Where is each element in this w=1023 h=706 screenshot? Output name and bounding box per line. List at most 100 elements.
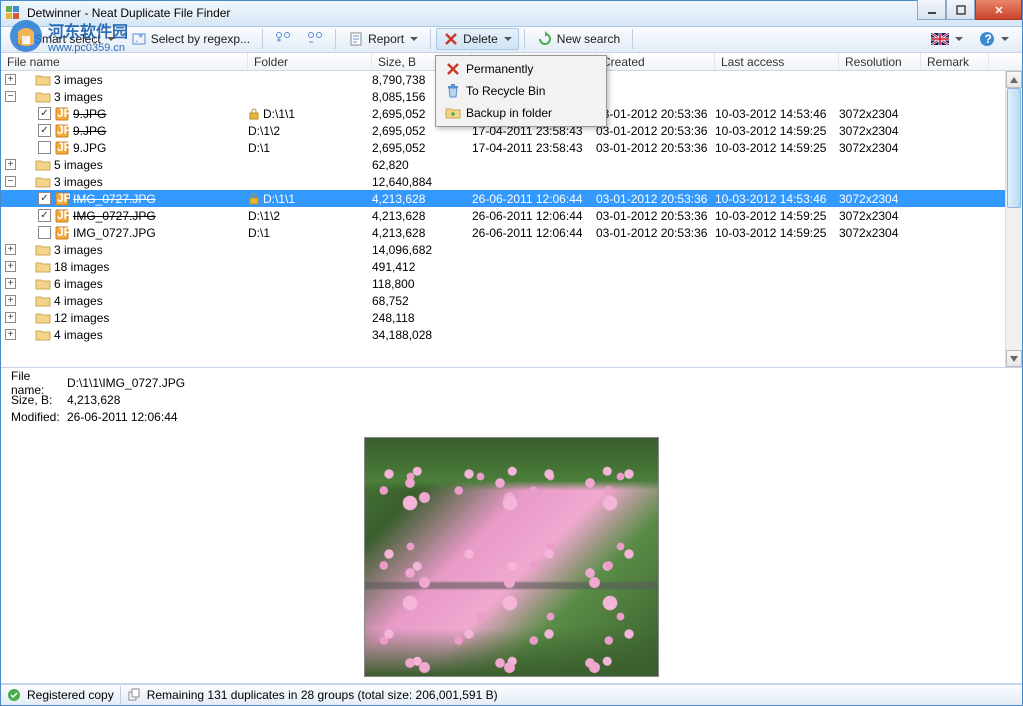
- report-icon: [348, 31, 364, 47]
- regexp-icon: .*: [131, 31, 147, 47]
- select-regexp-button[interactable]: .* Select by regexp...: [124, 28, 257, 50]
- column-header-cell[interactable]: Remark: [921, 53, 989, 71]
- delete-permanently-item[interactable]: Permanently: [438, 58, 604, 80]
- expander-icon[interactable]: [5, 91, 16, 102]
- file-size: 4,213,628: [372, 207, 472, 224]
- file-access: [715, 275, 839, 292]
- delete-button[interactable]: Delete: [436, 28, 519, 50]
- file-access: 10-03-2012 14:53:46: [715, 190, 839, 207]
- file-modified: 26-06-2011 12:06:44: [472, 207, 596, 224]
- file-access: 10-03-2012 14:59:25: [715, 122, 839, 139]
- file-remark: [921, 224, 989, 241]
- language-button[interactable]: [924, 28, 970, 50]
- column-header-cell[interactable]: Created: [596, 53, 715, 71]
- group-row[interactable]: 18 images491,412: [1, 258, 1022, 275]
- help-button[interactable]: ?: [972, 28, 1016, 50]
- smart-select-button[interactable]: Smart select: [7, 28, 122, 50]
- collapse-all-button[interactable]: [300, 28, 330, 50]
- status-remaining: Remaining 131 duplicates in 28 groups (t…: [147, 688, 498, 702]
- group-row[interactable]: 3 images12,640,884: [1, 173, 1022, 190]
- group-name: 3 images: [54, 73, 103, 87]
- lock-icon: [248, 108, 260, 120]
- group-row[interactable]: 12 images248,118: [1, 309, 1022, 326]
- preview-size-label: Size, B:: [11, 393, 67, 407]
- maximize-button[interactable]: [946, 0, 975, 20]
- expander-icon[interactable]: [5, 278, 16, 289]
- file-modified: [472, 292, 596, 309]
- delete-backup-label: Backup in folder: [466, 106, 552, 120]
- file-access: 10-03-2012 14:53:46: [715, 105, 839, 122]
- column-header-cell[interactable]: File name: [1, 53, 248, 71]
- group-row[interactable]: 4 images68,752: [1, 292, 1022, 309]
- dropdown-arrow-icon: [1001, 37, 1009, 41]
- column-header-cell[interactable]: Folder: [248, 53, 372, 71]
- scroll-down-button[interactable]: [1006, 350, 1022, 367]
- file-row[interactable]: JPGIMG_0727.JPGD:\14,213,62826-06-2011 1…: [1, 224, 1022, 241]
- file-row[interactable]: JPGIMG_0727.JPGD:\1\14,213,62826-06-2011…: [1, 190, 1022, 207]
- scroll-up-button[interactable]: [1006, 71, 1022, 88]
- folder-icon: [35, 259, 51, 275]
- svg-text:JPG: JPG: [57, 225, 70, 239]
- expander-icon[interactable]: [5, 74, 16, 85]
- file-checkbox[interactable]: [38, 141, 51, 154]
- jpg-file-icon: JPG: [54, 208, 70, 224]
- delete-dropdown-menu: Permanently To Recycle Bin Backup in fol…: [435, 55, 607, 127]
- file-checkbox[interactable]: [38, 192, 51, 205]
- file-row[interactable]: JPGIMG_0727.JPGD:\1\24,213,62826-06-2011…: [1, 207, 1022, 224]
- expander-icon[interactable]: [5, 295, 16, 306]
- file-size: 4,213,628: [372, 190, 472, 207]
- file-name: IMG_0727.JPG: [73, 226, 156, 240]
- file-access: [715, 173, 839, 190]
- file-row[interactable]: JPG9.JPGD:\12,695,05217-04-2011 23:58:43…: [1, 139, 1022, 156]
- group-name: 6 images: [54, 277, 103, 291]
- file-checkbox[interactable]: [38, 107, 51, 120]
- toolbar-separator: [430, 29, 431, 49]
- vertical-scrollbar[interactable]: [1005, 71, 1022, 367]
- expander-icon[interactable]: [5, 176, 16, 187]
- jpg-file-icon: JPG: [54, 225, 70, 241]
- report-button[interactable]: Report: [341, 28, 425, 50]
- expander-icon[interactable]: [5, 312, 16, 323]
- duplicates-status-icon: [127, 688, 141, 702]
- column-header-cell[interactable]: Resolution: [839, 53, 921, 71]
- file-created: 03-01-2012 20:53:36: [596, 224, 715, 241]
- file-checkbox[interactable]: [38, 124, 51, 137]
- close-button[interactable]: [975, 0, 1022, 20]
- group-row[interactable]: 5 images62,820: [1, 156, 1022, 173]
- file-name: 9.JPG: [73, 141, 106, 155]
- file-size: 118,800: [372, 275, 472, 292]
- help-icon: ?: [979, 31, 995, 47]
- group-name: 4 images: [54, 328, 103, 342]
- toolbar-separator: [524, 29, 525, 49]
- group-row[interactable]: 4 images34,188,028: [1, 326, 1022, 343]
- new-search-button[interactable]: New search: [530, 28, 627, 50]
- delete-recycle-item[interactable]: To Recycle Bin: [438, 80, 604, 102]
- toolbar-separator: [632, 29, 633, 49]
- expander-icon[interactable]: [5, 159, 16, 170]
- file-remark: [921, 71, 989, 88]
- file-remark: [921, 207, 989, 224]
- column-header-cell[interactable]: Last access: [715, 53, 839, 71]
- file-created: [596, 326, 715, 343]
- delete-backup-item[interactable]: Backup in folder: [438, 102, 604, 124]
- file-access: [715, 88, 839, 105]
- folder-path: D:\1\2: [248, 209, 280, 223]
- expander-icon[interactable]: [5, 329, 16, 340]
- group-row[interactable]: 6 images 118,800: [1, 275, 1022, 292]
- scroll-thumb[interactable]: [1007, 88, 1021, 208]
- expander-icon[interactable]: [5, 244, 16, 255]
- svg-text:JPG: JPG: [57, 191, 70, 205]
- group-row[interactable]: 3 images14,096,682: [1, 241, 1022, 258]
- window-title: Detwinner - Neat Duplicate File Finder: [27, 6, 1018, 20]
- expand-all-button[interactable]: [268, 28, 298, 50]
- file-remark: [921, 292, 989, 309]
- file-modified: [472, 241, 596, 258]
- file-checkbox[interactable]: [38, 226, 51, 239]
- refresh-icon: [537, 31, 553, 47]
- file-checkbox[interactable]: [38, 209, 51, 222]
- titlebar[interactable]: Detwinner - Neat Duplicate File Finder: [1, 1, 1022, 27]
- expander-icon[interactable]: [5, 261, 16, 272]
- minimize-button[interactable]: [917, 0, 946, 20]
- new-search-label: New search: [557, 32, 620, 46]
- folder-path: D:\1\2: [248, 124, 280, 138]
